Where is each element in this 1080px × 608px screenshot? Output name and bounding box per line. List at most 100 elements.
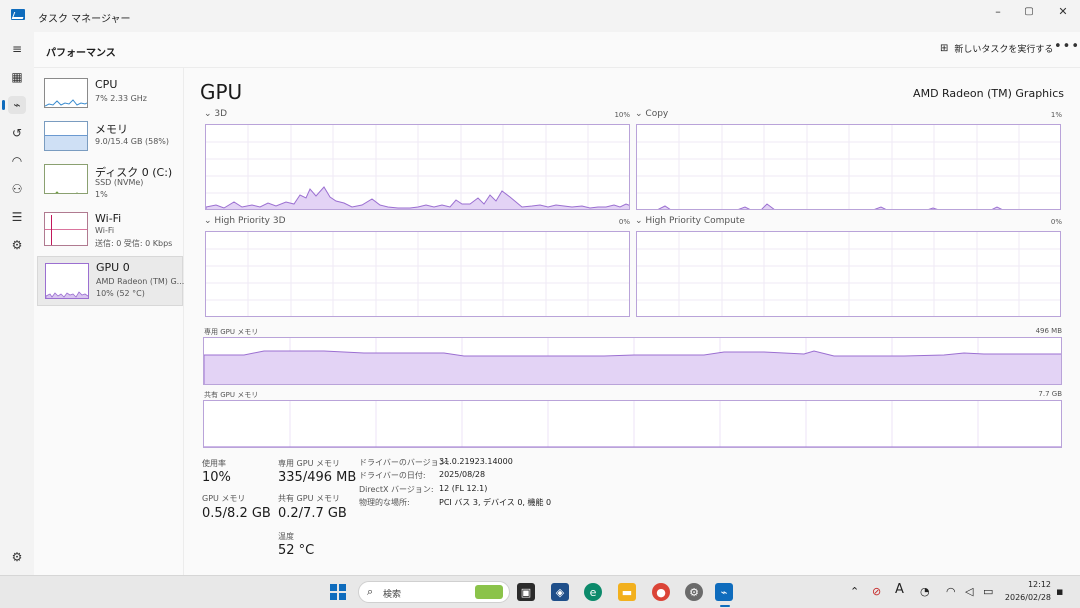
driver-date-value: 2025/08/28 bbox=[439, 470, 486, 479]
disk-thumbnail-graph bbox=[44, 164, 88, 194]
task-manager-icon bbox=[11, 9, 25, 20]
search-placeholder: 検索 bbox=[383, 590, 402, 600]
minimize-button[interactable]: – bbox=[981, 0, 1015, 22]
engine-hpcompute-selector[interactable]: ⌄ High Priority Compute bbox=[635, 216, 745, 226]
clock-date[interactable]: 2026/02/28 bbox=[1003, 593, 1051, 602]
taskbar-search-box[interactable]: ⌕ 検索 bbox=[358, 581, 510, 603]
details-icon[interactable]: ☰ bbox=[8, 208, 26, 226]
edge-browser-icon[interactable]: e bbox=[584, 583, 602, 601]
resource-item-memory[interactable]: メモリ 9.0/15.4 GB (58%) bbox=[37, 117, 183, 163]
resource-name: CPU bbox=[95, 78, 118, 91]
new-task-icon: ⊞ bbox=[940, 43, 949, 54]
engine-copy-selector[interactable]: ⌄ Copy bbox=[635, 109, 668, 119]
maximize-button[interactable]: ▢ bbox=[1012, 0, 1046, 22]
engine-hp3d-percent: 0% bbox=[618, 218, 630, 226]
page-title: パフォーマンス bbox=[46, 48, 116, 59]
engine-3d-graph bbox=[205, 124, 630, 210]
resource-detail: AMD Radeon (TM) G... bbox=[96, 277, 185, 286]
more-options-button[interactable]: ••• bbox=[1054, 39, 1080, 54]
driver-version-key: ドライバーのバージョン: bbox=[359, 458, 450, 467]
title-bar: タスク マネージャー – ▢ ✕ bbox=[0, 0, 1080, 32]
menu-icon[interactable]: ≡ bbox=[8, 40, 26, 58]
resource-detail: SSD (NVMe) bbox=[95, 178, 144, 187]
resource-detail: 1% bbox=[95, 190, 108, 199]
shared-memory-max: 7.7 GB bbox=[1038, 390, 1062, 398]
resource-item-gpu[interactable]: GPU 0 AMD Radeon (TM) G... 10% (52 °C) bbox=[37, 256, 185, 306]
shared-memory-stat-value: 0.2/7.7 GB bbox=[278, 506, 347, 521]
app-history-icon[interactable]: ↺ bbox=[8, 124, 26, 142]
engine-label: High Priority Compute bbox=[645, 216, 745, 226]
notification-icon[interactable]: ▪ bbox=[1056, 585, 1063, 598]
run-new-task-button[interactable]: ⊞ 新しいタスクを実行する bbox=[940, 42, 1053, 55]
performance-icon[interactable]: ⌁ bbox=[2, 96, 26, 114]
resource-name: GPU 0 bbox=[96, 261, 130, 274]
search-icon: ⌕ bbox=[367, 585, 374, 598]
services-icon[interactable]: ⚙ bbox=[8, 236, 26, 254]
engine-label: Copy bbox=[645, 109, 669, 119]
task-view-icon[interactable]: ▣ bbox=[517, 583, 535, 601]
users-icon[interactable]: ⚇ bbox=[8, 180, 26, 198]
resource-list: CPU 7% 2.33 GHz メモリ 9.0/15.4 GB (58%) ディ… bbox=[34, 68, 184, 575]
taskbar: ⌕ 検索 ▣ ◈ e ▬ ● ⚙ ⌁ ⌃ ⊘ A ◔ ◠ ◁ ▭ 12:12 2… bbox=[0, 575, 1080, 608]
ime-mode-icon[interactable]: ◔ bbox=[920, 585, 930, 598]
dedicated-memory-stat-label: 専用 GPU メモリ bbox=[278, 459, 340, 468]
resource-name: Wi-Fi bbox=[95, 212, 122, 225]
dedicated-memory-max: 496 MB bbox=[1035, 327, 1062, 335]
dedicated-memory-graph bbox=[203, 337, 1062, 385]
shared-memory-label: 共有 GPU メモリ bbox=[204, 391, 259, 399]
resource-item-disk[interactable]: ディスク 0 (C:) SSD (NVMe) 1% bbox=[37, 160, 183, 206]
gpu-memory-label: GPU メモリ bbox=[202, 494, 246, 503]
driver-version-value: 31.0.21923.14000 bbox=[439, 457, 513, 466]
active-app-indicator bbox=[720, 605, 730, 607]
chrome-browser-icon[interactable]: ● bbox=[652, 583, 670, 601]
close-button[interactable]: ✕ bbox=[1046, 0, 1080, 22]
gpu-model-name: AMD Radeon (TM) Graphics bbox=[913, 87, 1064, 100]
resource-detail: 送信: 0 受信: 0 Kbps bbox=[95, 239, 173, 248]
clock-time[interactable]: 12:12 bbox=[1025, 580, 1051, 589]
resource-item-cpu[interactable]: CPU 7% 2.33 GHz bbox=[37, 74, 183, 120]
task-manager-taskbar-icon[interactable]: ⌁ bbox=[715, 583, 733, 601]
resource-detail: 10% (52 °C) bbox=[96, 289, 145, 298]
resource-detail: Wi-Fi bbox=[95, 226, 115, 235]
engine-3d-percent: 10% bbox=[614, 111, 630, 119]
volume-icon[interactable]: ◁ bbox=[965, 585, 973, 598]
nav-rail: ≡ ▦ ⌁ ↺ ◠ ⚇ ☰ ⚙ ⚙ bbox=[0, 32, 34, 575]
remote-app-icon[interactable]: ◈ bbox=[551, 583, 569, 601]
wifi-thumbnail-graph bbox=[44, 212, 88, 246]
chevron-up-icon[interactable]: ⌃ bbox=[850, 585, 859, 598]
memory-thumbnail-graph bbox=[44, 121, 88, 151]
resource-detail: 7% 2.33 GHz bbox=[95, 94, 148, 103]
start-button[interactable] bbox=[329, 583, 347, 601]
gpu-detail-panel: GPU AMD Radeon (TM) Graphics ⌄ 3D 10% ⌄ … bbox=[184, 68, 1080, 575]
temperature-value: 52 °C bbox=[278, 543, 315, 558]
directx-version-value: 12 (FL 12.1) bbox=[439, 484, 488, 493]
gpu-thumbnail-graph bbox=[45, 263, 89, 299]
security-icon[interactable]: ⊘ bbox=[872, 585, 881, 598]
settings-icon[interactable]: ⚙ bbox=[8, 548, 26, 566]
engine-hpcompute-percent: 0% bbox=[1050, 218, 1062, 226]
resource-detail: 9.0/15.4 GB (58%) bbox=[95, 137, 170, 146]
dedicated-memory-stat-value: 335/496 MB bbox=[278, 470, 357, 485]
file-explorer-icon[interactable]: ▬ bbox=[618, 583, 636, 601]
wifi-icon[interactable]: ◠ bbox=[946, 585, 956, 598]
engine-copy-graph bbox=[636, 124, 1061, 210]
cpu-thumbnail-graph bbox=[44, 78, 88, 108]
processes-icon[interactable]: ▦ bbox=[8, 68, 26, 86]
battery-icon[interactable]: ▭ bbox=[983, 585, 993, 598]
engine-hp3d-selector[interactable]: ⌄ High Priority 3D bbox=[204, 216, 286, 226]
shared-memory-graph bbox=[203, 400, 1062, 448]
startup-icon[interactable]: ◠ bbox=[8, 152, 26, 170]
gpu-memory-value: 0.5/8.2 GB bbox=[202, 506, 271, 521]
engine-hpcompute-graph bbox=[636, 231, 1061, 317]
temperature-label: 温度 bbox=[278, 532, 294, 541]
ime-indicator[interactable]: A bbox=[895, 582, 904, 597]
engine-label: 3D bbox=[214, 109, 228, 119]
engine-3d-selector[interactable]: ⌄ 3D bbox=[204, 109, 227, 119]
dedicated-memory-label: 専用 GPU メモリ bbox=[204, 328, 259, 336]
search-highlight-image bbox=[475, 585, 503, 599]
physical-location-key: 物理的な場所: bbox=[359, 498, 410, 507]
shared-memory-stat-label: 共有 GPU メモリ bbox=[278, 494, 340, 503]
settings-app-icon[interactable]: ⚙ bbox=[685, 583, 703, 601]
utilization-value: 10% bbox=[202, 470, 231, 485]
resource-item-wifi[interactable]: Wi-Fi Wi-Fi 送信: 0 受信: 0 Kbps bbox=[37, 208, 183, 254]
